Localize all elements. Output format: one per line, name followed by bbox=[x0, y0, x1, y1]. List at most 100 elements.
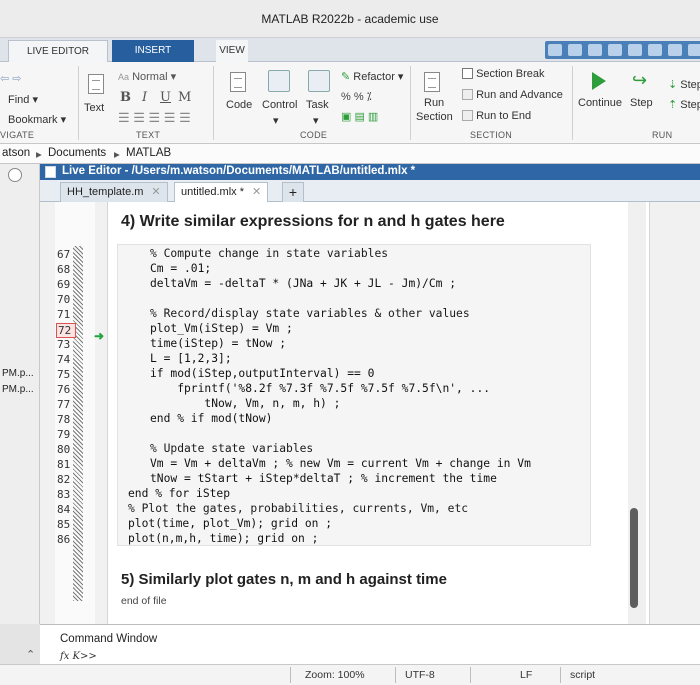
breadcrumb-item[interactable]: MATLAB bbox=[126, 147, 171, 159]
refactor-button[interactable]: ✎ Refactor ▾ bbox=[341, 70, 403, 83]
paste-icon[interactable] bbox=[608, 44, 622, 56]
close-icon[interactable]: ✕ bbox=[252, 186, 261, 198]
step-in-button[interactable]: ⇣ Step bbox=[668, 78, 700, 91]
step-out-button[interactable]: ⇡ Step bbox=[668, 98, 700, 111]
line-number[interactable]: 85 bbox=[57, 518, 87, 531]
code-line[interactable]: plot_Vm(iStep) = Vm ; bbox=[150, 322, 293, 335]
scrollbar-thumb[interactable] bbox=[630, 508, 638, 608]
tab-live-editor[interactable]: LIVE EDITOR bbox=[8, 40, 108, 62]
collapse-icon[interactable]: ⌃ bbox=[26, 648, 35, 661]
zoom-level[interactable]: Zoom: 100% bbox=[305, 669, 365, 681]
cut-icon[interactable] bbox=[568, 44, 582, 56]
text-icon[interactable] bbox=[88, 74, 104, 94]
go-to-icon[interactable]: ⇦ ⇨ bbox=[0, 72, 22, 85]
code-line[interactable]: tNow, Vm, n, m, h) ; bbox=[150, 397, 340, 410]
code-line[interactable]: Cm = .01; bbox=[150, 262, 211, 275]
line-number[interactable]: 68 bbox=[57, 263, 87, 276]
task-icon[interactable] bbox=[308, 70, 330, 92]
code-icon[interactable] bbox=[230, 72, 246, 92]
code-line[interactable]: % Plot the gates, probabilities, current… bbox=[128, 502, 468, 515]
save-icon[interactable] bbox=[548, 44, 562, 56]
line-number[interactable]: 82 bbox=[57, 473, 87, 486]
command-window[interactable]: Command Window fx K>> bbox=[40, 624, 700, 664]
task-button[interactable]: Task bbox=[306, 99, 329, 111]
run-to-end-button[interactable]: Run to End bbox=[462, 110, 531, 122]
code-line[interactable]: fprintf('%8.2f %7.3f %7.5f %7.5f %7.5f\n… bbox=[150, 382, 490, 395]
breadcrumb-item[interactable]: atson bbox=[2, 147, 30, 159]
current-line-number[interactable]: 72 bbox=[56, 323, 76, 338]
code-line[interactable]: % Record/display state variables & other… bbox=[150, 307, 470, 320]
indent-icons[interactable]: ▣ ▤ ▥ bbox=[341, 110, 378, 123]
file-item[interactable]: PM.p... bbox=[2, 368, 34, 379]
line-number[interactable]: 81 bbox=[57, 458, 87, 471]
code-line[interactable]: Vm = Vm + deltaVm ; % new Vm = current V… bbox=[150, 457, 531, 470]
underline-button[interactable]: U bbox=[160, 90, 171, 105]
line-number[interactable]: 77 bbox=[57, 398, 87, 411]
code-line[interactable]: tNow = tStart + iStep*deltaT ; % increme… bbox=[150, 472, 497, 485]
file-item[interactable]: PM.p... bbox=[2, 384, 34, 395]
line-number[interactable]: 74 bbox=[57, 353, 87, 366]
line-number[interactable]: 78 bbox=[57, 413, 87, 426]
task-dropdown-icon[interactable]: ▾ bbox=[313, 114, 319, 127]
bold-button[interactable]: B bbox=[120, 90, 131, 105]
list-align-icons[interactable]: ☰ ☰ ☰ ☰ ☰ bbox=[118, 110, 191, 126]
file-type[interactable]: script bbox=[570, 669, 595, 681]
run-section-line1[interactable]: Run bbox=[424, 97, 444, 109]
tab-hh-template[interactable]: HH_template.m ✕ bbox=[60, 182, 168, 202]
comment-icons[interactable]: % % ⁒ bbox=[341, 90, 372, 103]
expand-icon[interactable] bbox=[8, 168, 22, 182]
control-icon[interactable] bbox=[268, 70, 290, 92]
code-line[interactable]: deltaVm = -deltaT * (JNa + JK + JL - Jm)… bbox=[150, 277, 456, 290]
line-number[interactable]: 76 bbox=[57, 383, 87, 396]
monospace-button[interactable]: M bbox=[178, 90, 191, 105]
control-dropdown-icon[interactable]: ▾ bbox=[273, 114, 279, 127]
code-line[interactable]: plot(n,m,h, time); grid on ; bbox=[128, 532, 318, 545]
step-button[interactable]: Step bbox=[630, 97, 653, 109]
section-heading[interactable]: 4) Write similar expressions for n and h… bbox=[121, 213, 505, 231]
text-button[interactable]: Text bbox=[84, 102, 104, 114]
line-number[interactable]: 86 bbox=[57, 533, 87, 546]
line-number[interactable]: 79 bbox=[57, 428, 87, 441]
code-line[interactable]: L = [1,2,3]; bbox=[150, 352, 232, 365]
line-ending[interactable]: LF bbox=[520, 669, 532, 681]
continue-button[interactable]: Continue bbox=[578, 97, 622, 109]
step-icon[interactable]: ↪ bbox=[632, 70, 647, 91]
copy-icon[interactable] bbox=[588, 44, 602, 56]
encoding[interactable]: UTF-8 bbox=[405, 669, 435, 681]
code-line[interactable]: % Update state variables bbox=[150, 442, 313, 455]
tab-untitled[interactable]: untitled.mlx * ✕ bbox=[174, 182, 269, 202]
find-button[interactable]: Find ▾ bbox=[8, 93, 38, 106]
line-number[interactable]: 73 bbox=[57, 338, 87, 351]
code-line[interactable]: end % for iStep bbox=[128, 487, 230, 500]
line-number[interactable]: 70 bbox=[57, 293, 87, 306]
undo-icon[interactable] bbox=[628, 44, 642, 56]
add-tab-button[interactable]: + bbox=[282, 182, 304, 202]
command-prompt[interactable]: fx K>> bbox=[60, 651, 97, 662]
bookmark-button[interactable]: Bookmark ▾ bbox=[8, 113, 66, 126]
style-dropdown[interactable]: Aa Normal ▾ bbox=[118, 70, 176, 83]
code-line[interactable]: % Compute change in state variables bbox=[150, 247, 388, 260]
control-button[interactable]: Control bbox=[262, 99, 297, 111]
code-button[interactable]: Code bbox=[226, 99, 252, 111]
run-section-line2[interactable]: Section bbox=[416, 111, 453, 123]
redo-icon[interactable] bbox=[648, 44, 662, 56]
line-number[interactable]: 75 bbox=[57, 368, 87, 381]
close-icon[interactable]: ✕ bbox=[151, 186, 160, 198]
line-number[interactable]: 71 bbox=[57, 308, 87, 321]
line-number[interactable]: 80 bbox=[57, 443, 87, 456]
continue-icon[interactable] bbox=[592, 72, 606, 90]
breadcrumb-item[interactable]: Documents bbox=[48, 147, 106, 159]
italic-button[interactable]: I bbox=[142, 90, 147, 105]
code-line[interactable]: time(iStep) = tNow ; bbox=[150, 337, 286, 350]
refresh-icon[interactable] bbox=[668, 44, 682, 56]
line-number[interactable]: 69 bbox=[57, 278, 87, 291]
help-icon[interactable] bbox=[688, 44, 700, 56]
code-line[interactable]: plot(time, plot_Vm); grid on ; bbox=[128, 517, 332, 530]
line-number[interactable]: 67 bbox=[57, 248, 87, 261]
code-line[interactable]: if mod(iStep,outputInterval) == 0 bbox=[150, 367, 374, 380]
line-number[interactable]: 84 bbox=[57, 503, 87, 516]
tab-view[interactable]: VIEW bbox=[216, 40, 248, 62]
code-line[interactable]: end % if mod(tNow) bbox=[150, 412, 272, 425]
section-break-button[interactable]: Section Break bbox=[462, 68, 545, 80]
run-and-advance-button[interactable]: Run and Advance bbox=[462, 89, 563, 101]
